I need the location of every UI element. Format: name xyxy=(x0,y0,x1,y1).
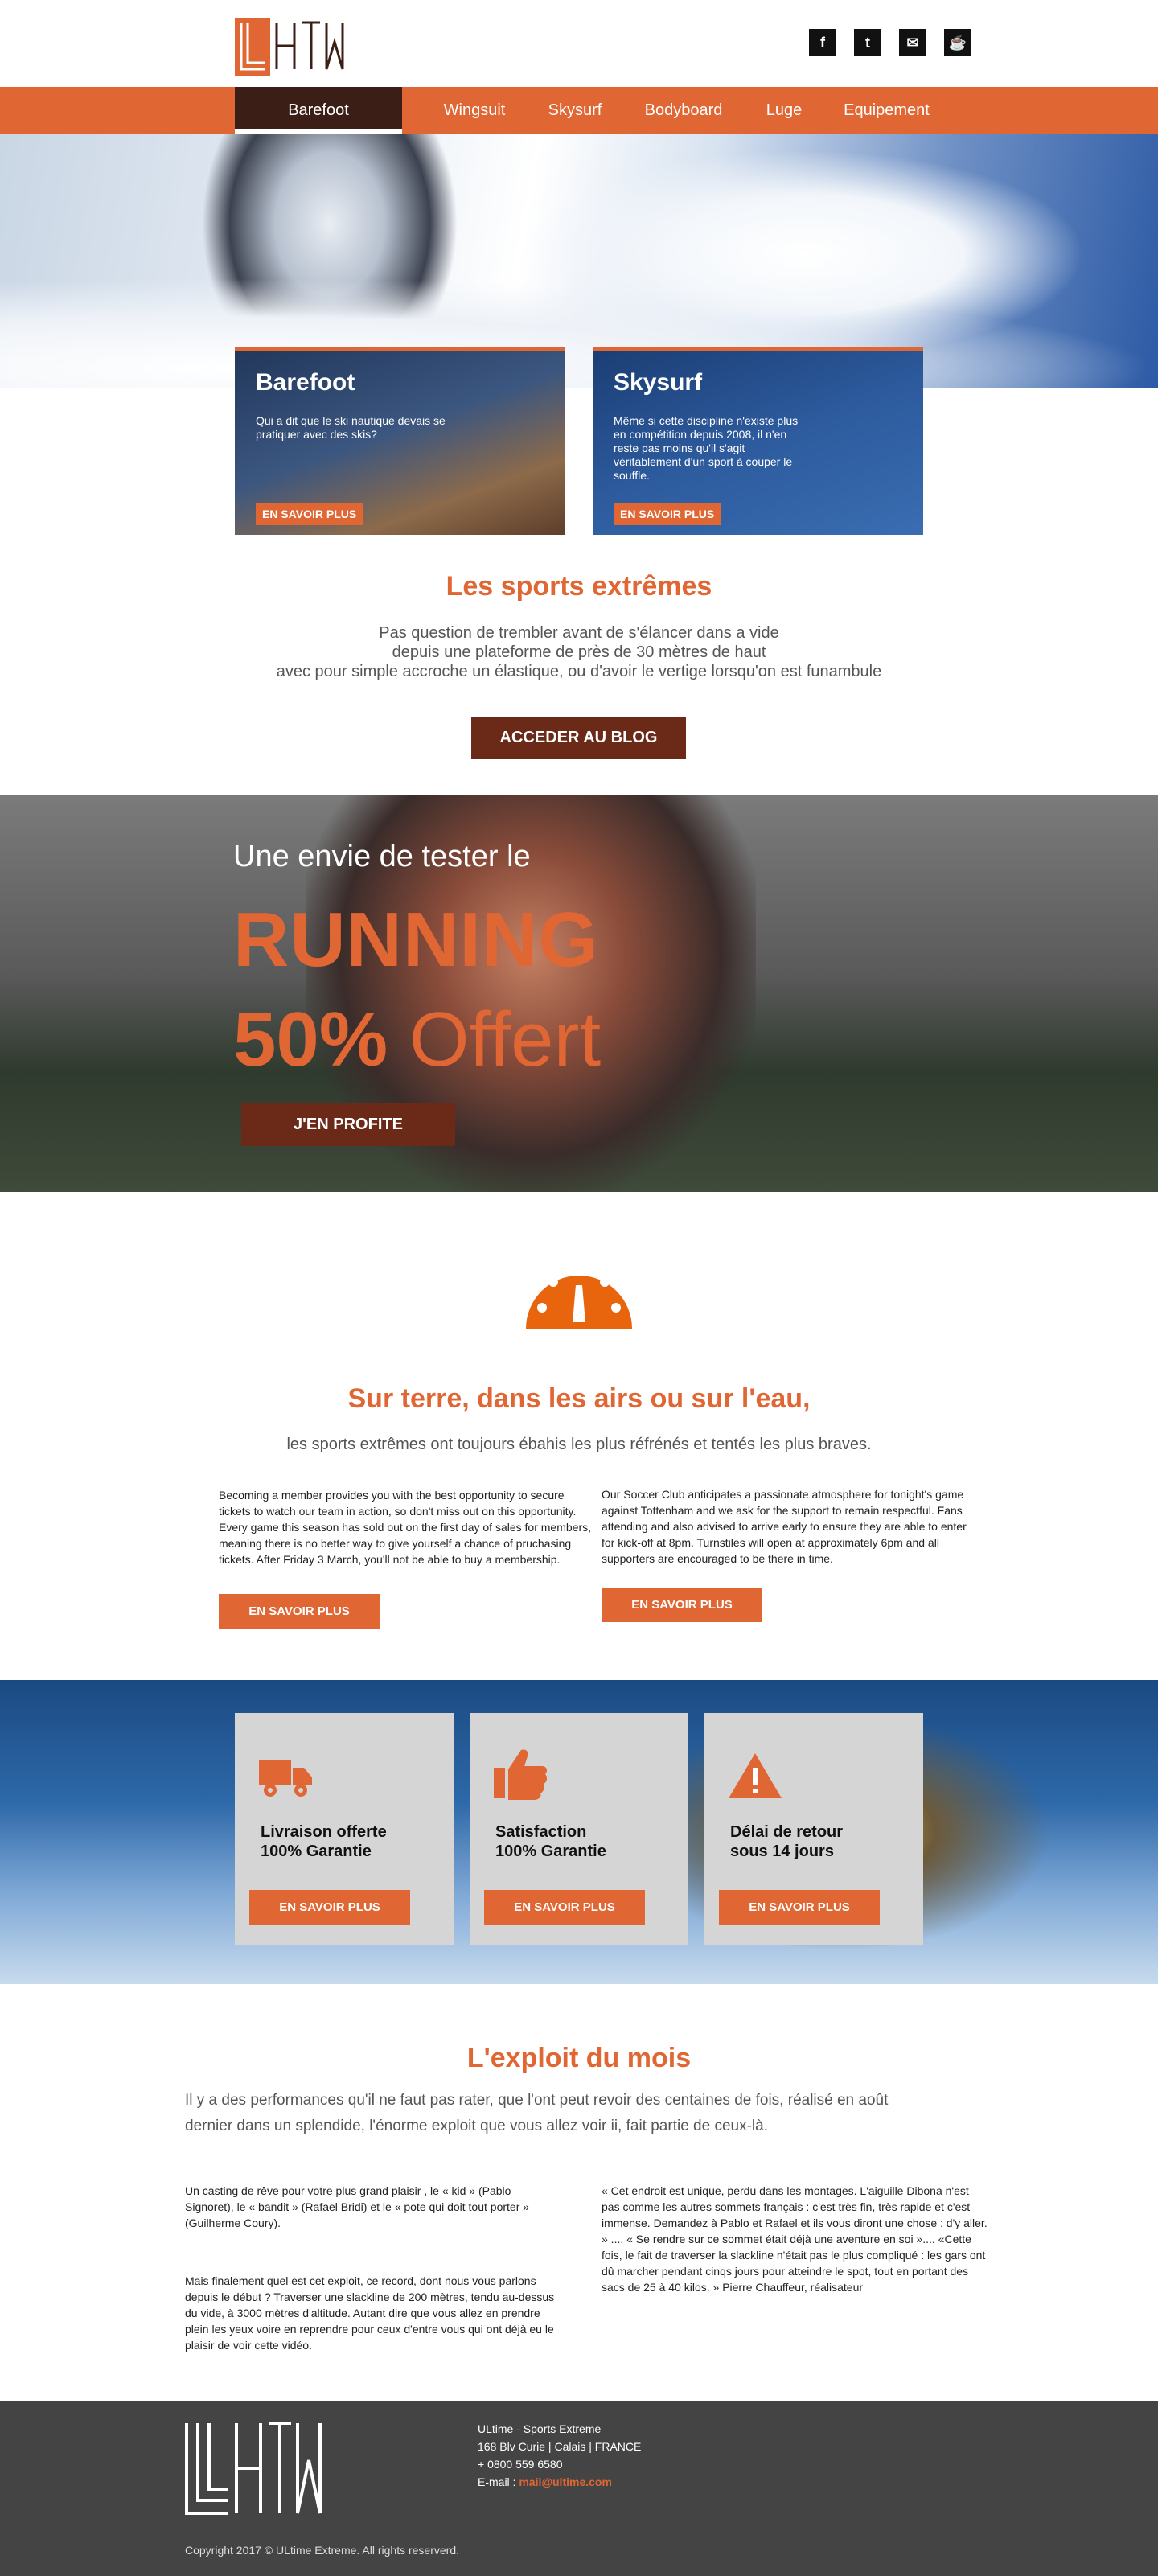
card-skysurf: Skysurf Même si cette discipline n'exist… xyxy=(593,347,923,535)
footer-contact: ULtime - Sports Extreme 168 Blv Curie | … xyxy=(478,2420,641,2491)
footer-company: ULtime - Sports Extreme xyxy=(478,2422,602,2435)
feature-return: Délai de retour sous 14 jours EN SAVOIR P… xyxy=(704,1713,923,1945)
page: f t ✉ ☕ Barefoot Wingsuit Skysurf Bodybo… xyxy=(0,0,1158,2576)
facebook-icon[interactable]: f xyxy=(809,29,836,56)
promo-running: RUNNING xyxy=(233,897,599,983)
hero-banner xyxy=(0,134,1158,388)
thumbs-up-icon xyxy=(494,1749,547,1800)
coffee-icon[interactable]: ☕ xyxy=(944,29,971,56)
feature-title: Délai de retour sous 14 jours xyxy=(730,1823,844,1860)
site-logo[interactable] xyxy=(235,18,347,76)
running-promo: Une envie de tester le RUNNING 50% Offer… xyxy=(0,795,1158,1192)
exploit-intro: Il y a des performances qu'il ne faut pa… xyxy=(185,2092,889,2134)
promo-offer: 50% Offert xyxy=(233,996,601,1084)
header: f t ✉ ☕ xyxy=(0,0,1158,87)
footer-address: 168 Blv Curie | Calais | FRANCE xyxy=(478,2440,642,2453)
sports-line-1: Pas question de trembler avant de s'élan… xyxy=(379,624,779,642)
mail-icon[interactable]: ✉ xyxy=(899,29,926,56)
feature-more-button[interactable]: EN SAVOIR PLUS xyxy=(719,1890,880,1925)
card-title: Skysurf xyxy=(614,369,703,396)
social-links: f t ✉ ☕ xyxy=(809,29,971,56)
nav-item-equipement[interactable]: Equipement xyxy=(828,87,945,134)
feature-title: Livraison offerte 100% Garantie xyxy=(261,1823,387,1860)
feature-more-button[interactable]: EN SAVOIR PLUS xyxy=(484,1890,645,1925)
speedometer-icon xyxy=(526,1264,632,1329)
promo-offer-word: Offert xyxy=(409,996,602,1083)
promo-percent: 50% xyxy=(233,996,388,1083)
footer-copyright: Copyright 2017 © ULtime Extreme. All rig… xyxy=(185,2544,460,2557)
truck-icon xyxy=(259,1760,312,1797)
nav-item-skysurf[interactable]: Skysurf xyxy=(531,87,619,134)
sports-line-3: avec pour simple accroche un élastique, … xyxy=(276,663,882,680)
exploit-title: L'exploit du mois xyxy=(466,2043,692,2073)
feature-delivery: Livraison offerte 100% Garantie EN SAVOIR… xyxy=(235,1713,454,1945)
main-nav: Barefoot Wingsuit Skysurf Bodyboard Luge… xyxy=(0,87,1158,134)
feature-title: Satisfaction 100% Garantie xyxy=(495,1823,606,1860)
blog-button[interactable]: ACCEDER AU BLOG xyxy=(471,717,686,759)
terre-more-button-2[interactable]: EN SAVOIR PLUS xyxy=(602,1588,762,1622)
nav-item-bodyboard[interactable]: Bodyboard xyxy=(627,87,740,134)
footer-email-row: E-mail : mail@ultime.com xyxy=(478,2475,612,2488)
exploit-paragraph-2: Mais finalement quel est cet exploit, ce… xyxy=(185,2274,555,2352)
card-more-button[interactable]: EN SAVOIR PLUS xyxy=(256,503,363,525)
promo-button[interactable]: J'EN PROFITE xyxy=(241,1103,455,1146)
nav-item-luge[interactable]: Luge xyxy=(748,87,820,134)
card-more-button[interactable]: EN SAVOIR PLUS xyxy=(614,503,721,525)
terre-col-1: Becoming a member provides you with the … xyxy=(219,1489,591,1566)
card-title: Barefoot xyxy=(256,369,355,396)
footer-email-link[interactable]: mail@ultime.com xyxy=(519,2475,612,2488)
feature-more-button[interactable]: EN SAVOIR PLUS xyxy=(249,1890,410,1925)
footer-phone: + 0800 559 6580 xyxy=(478,2458,563,2471)
exploit-paragraph-1: Un casting de rêve pour votre plus grand… xyxy=(185,2184,530,2229)
card-text: Qui a dit que le ski nautique devais se … xyxy=(256,414,446,441)
terre-more-button-1[interactable]: EN SAVOIR PLUS xyxy=(219,1594,380,1629)
nav-item-wingsuit[interactable]: Wingsuit xyxy=(426,87,523,134)
sports-line-2: depuis une plateforme de près de 30 mètr… xyxy=(392,643,766,661)
card-barefoot: Barefoot Qui a dit que le ski nautique d… xyxy=(235,347,565,535)
terre-title: Sur terre, dans les airs ou sur l'eau, xyxy=(347,1383,811,1414)
exploit-paragraph-3: « Cet endroit est unique, perdu dans les… xyxy=(602,2184,988,2294)
sports-title: Les sports extrêmes xyxy=(446,571,712,602)
feature-satisfaction: Satisfaction 100% Garantie EN SAVOIR PLUS xyxy=(470,1713,688,1945)
promo-line-1: Une envie de tester le xyxy=(233,840,531,873)
snow-ground xyxy=(0,278,1158,388)
footer: ULtime - Sports Extreme 168 Blv Curie | … xyxy=(0,2401,1158,2576)
card-text: Même si cette discipline n'existe plus e… xyxy=(614,414,799,482)
warning-icon xyxy=(729,1753,782,1798)
footer-logo[interactable] xyxy=(183,2420,328,2516)
terre-col-2: Our Soccer Club anticipates a passionate… xyxy=(602,1488,967,1565)
twitter-icon[interactable]: t xyxy=(854,29,881,56)
nav-item-barefoot[interactable]: Barefoot xyxy=(235,87,402,134)
terre-subtitle: les sports extrêmes ont toujours ébahis … xyxy=(286,1436,872,1453)
